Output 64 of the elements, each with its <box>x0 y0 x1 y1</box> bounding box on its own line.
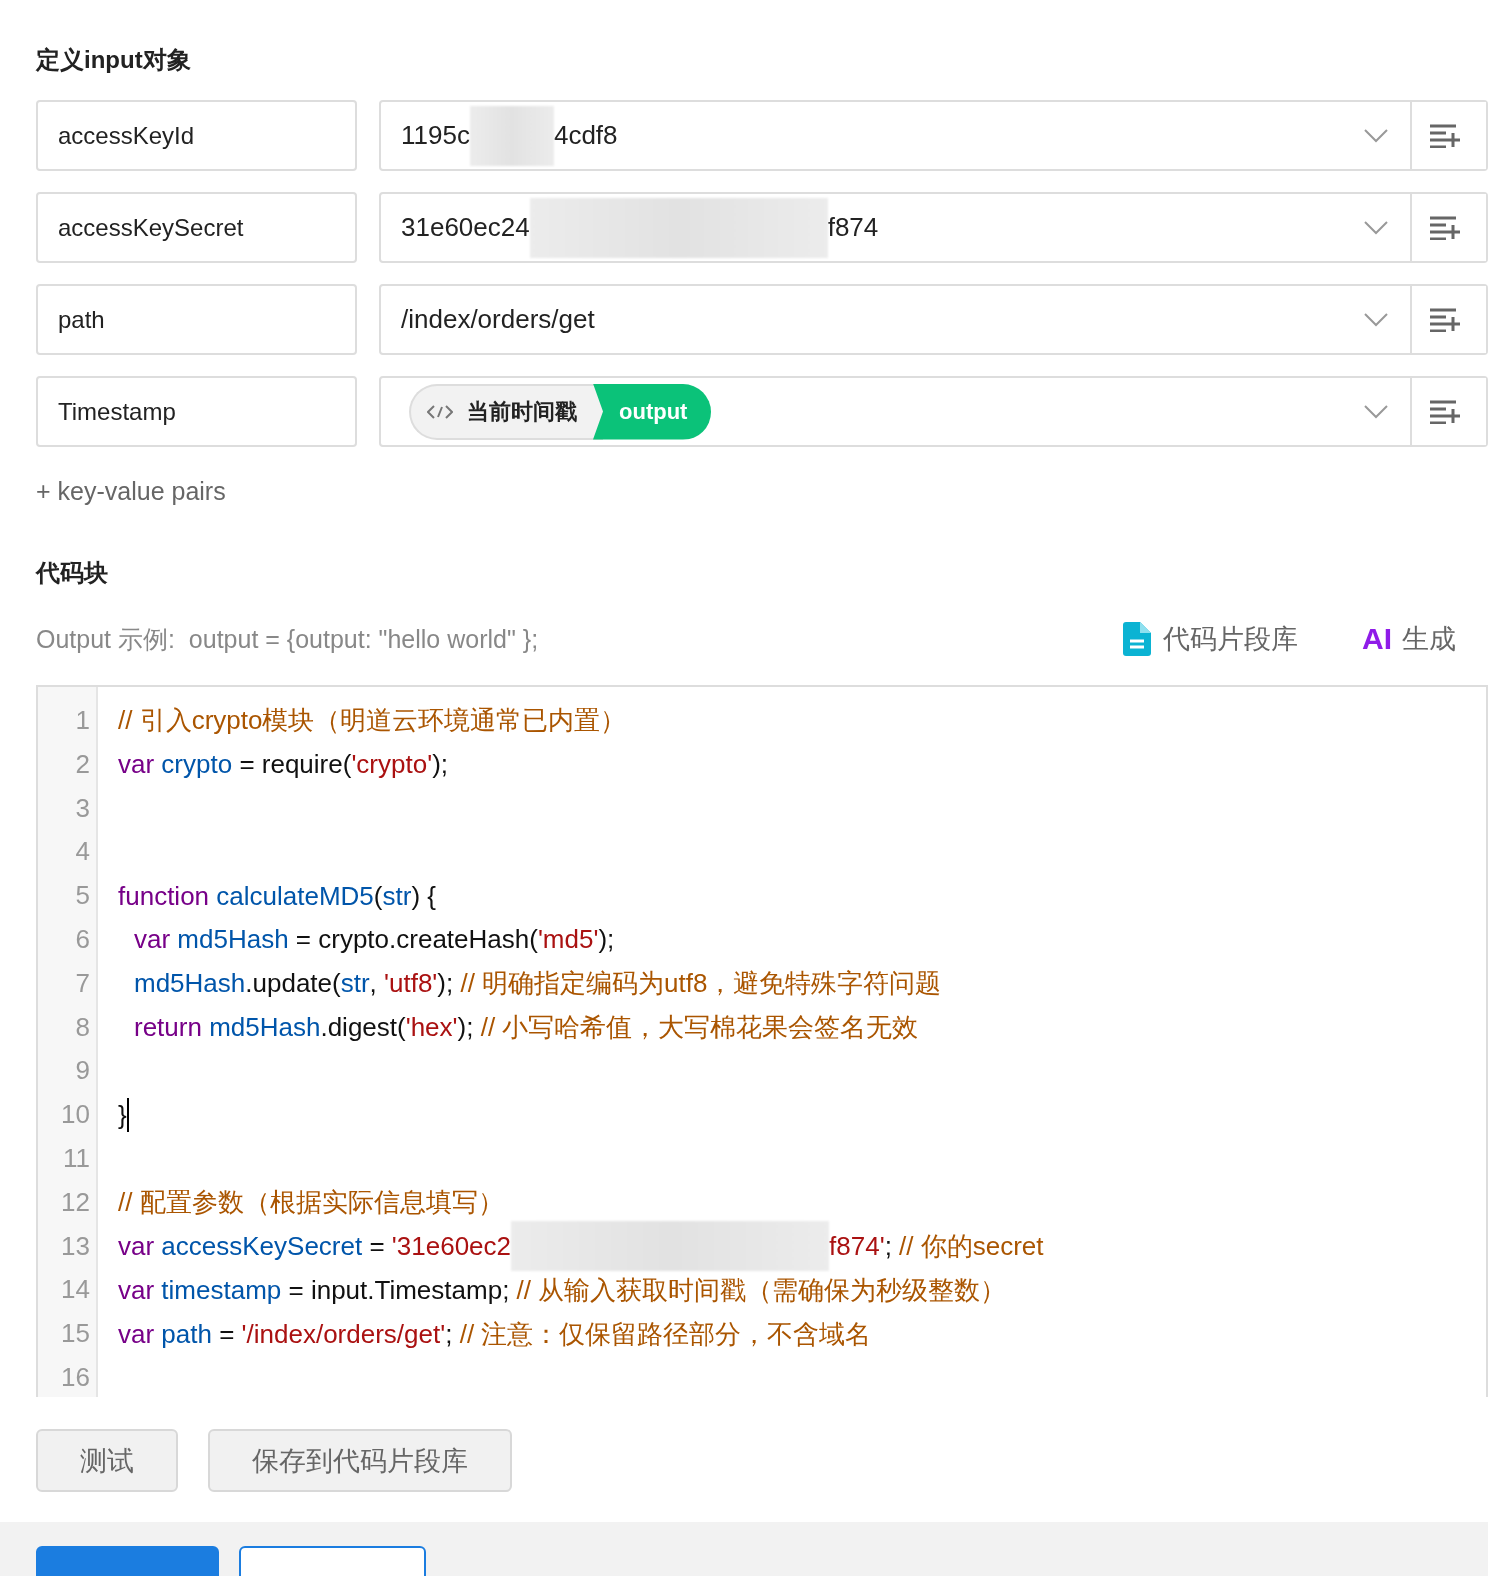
code-line: var timestamp = input.Timestamp; // 从输入获取时间戳（需确保为秒级整数） <box>118 1273 1008 1307</box>
code-line: md5Hash.update(str, 'utf8'); // 明确指定编码为utf8，避免特殊字符问题 <box>133 967 943 1001</box>
key-field[interactable]: Timestamp <box>36 376 357 447</box>
value-field[interactable]: /index/orders/get <box>379 284 1488 355</box>
value-field[interactable]: 31e60ec24 f874 <box>379 192 1488 263</box>
line-number: 10 <box>60 1098 91 1132</box>
code-line: var path = '/index/orders/get'; // 注意：仅保留路径部分，不含域名 <box>118 1317 873 1351</box>
key-field[interactable]: accessKeySecret <box>36 192 357 263</box>
test-button[interactable]: 测试 <box>36 1429 178 1492</box>
value-text: 31e60ec24 f874 <box>381 194 1364 261</box>
insert-field-button[interactable] <box>1410 194 1486 261</box>
code-line: // 引入crypto模块（明道云环境通常已内置） <box>118 704 628 738</box>
line-number: 11 <box>62 1141 91 1175</box>
key-field[interactable]: path <box>36 284 357 355</box>
list-add-icon <box>1430 215 1462 240</box>
code-line: return md5Hash.digest('hex'); // 小写哈希值，大写棉花果会签名无效 <box>133 1010 920 1044</box>
list-add-icon <box>1430 123 1462 148</box>
field-name: 当前时间戳 <box>467 397 577 426</box>
code-icon <box>427 403 453 420</box>
source-label: output <box>593 383 712 440</box>
ai-generate-link[interactable]: 生成 <box>1402 621 1456 657</box>
line-number: 8 <box>74 1010 91 1044</box>
line-number: 6 <box>74 923 91 956</box>
list-add-icon <box>1430 399 1462 424</box>
section-title: 定义input对象 <box>36 45 192 75</box>
ai-label: AI <box>1362 622 1392 656</box>
insert-field-button[interactable] <box>1410 286 1486 353</box>
chevron-down-icon[interactable] <box>1364 404 1388 419</box>
line-number: 15 <box>60 1317 91 1351</box>
line-number: 5 <box>74 879 91 913</box>
code-editor[interactable] <box>36 685 1488 1397</box>
line-number: 9 <box>74 1054 91 1088</box>
chevron-down-icon[interactable] <box>1364 220 1388 235</box>
key-field[interactable]: accessKeyId <box>36 100 357 171</box>
list-add-icon <box>1430 307 1462 332</box>
line-number: 12 <box>60 1185 91 1219</box>
snippet-library-link[interactable]: 代码片段库 <box>1123 621 1298 657</box>
chevron-down-icon[interactable] <box>1364 128 1388 143</box>
insert-field-button[interactable] <box>1410 378 1486 445</box>
section-title: 代码块 <box>36 558 109 588</box>
line-number: 7 <box>74 966 91 1000</box>
value-text: 1195c 4cdf8 <box>381 102 1364 169</box>
value-field[interactable]: 1195c 4cdf8 <box>379 100 1488 171</box>
code-line: // 配置参数（根据实际信息填写） <box>118 1186 505 1220</box>
code-line: } <box>118 1093 1486 1137</box>
value-field[interactable]: 当前时间戳 output <box>379 376 1488 447</box>
line-number: 14 <box>60 1273 91 1307</box>
insert-field-button[interactable] <box>1410 102 1486 169</box>
code-line: function calculateMD5(str) { <box>118 879 437 913</box>
output-hint: Output 示例: output = {output: "hello world" }; <box>36 623 540 655</box>
chevron-down-icon[interactable] <box>1364 312 1388 327</box>
code-line: var accessKeySecret = '31e60ec2 f874'; // 你的secret <box>118 1224 1486 1269</box>
line-number: 1 <box>74 704 91 737</box>
add-pair-link[interactable]: + key-value pairs <box>36 477 226 506</box>
line-number: 13 <box>60 1229 91 1263</box>
value-text: /index/orders/get <box>400 303 596 336</box>
code-line: var md5Hash = crypto.createHash('md5'); <box>133 923 616 957</box>
line-number: 4 <box>74 835 91 869</box>
code-line: var crypto = require('crypto'); <box>118 748 449 782</box>
document-icon <box>1123 622 1151 656</box>
line-number: 2 <box>74 747 91 781</box>
line-number: 3 <box>74 791 91 825</box>
line-number: 16 <box>60 1360 91 1394</box>
save-snippet-button[interactable]: 保存到代码片段库 <box>208 1429 512 1492</box>
